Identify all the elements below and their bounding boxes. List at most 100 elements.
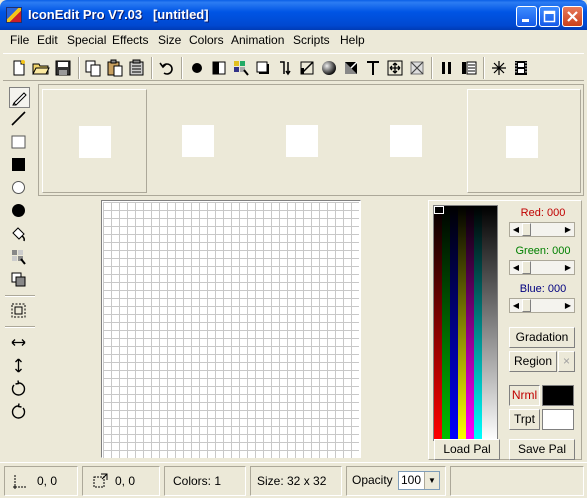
- paste-new-button[interactable]: [127, 58, 147, 78]
- new-button[interactable]: [9, 58, 29, 78]
- normal-color-swatch[interactable]: [542, 385, 574, 406]
- status-bar: 0, 0 0, 0 Colors: 1 Size: 32 x 32 Opacit…: [0, 462, 587, 498]
- clear-button[interactable]: [407, 58, 427, 78]
- mirror-button[interactable]: [275, 58, 295, 78]
- filled-circle-icon: [12, 204, 25, 217]
- slider-left-arrow-icon[interactable]: ◀: [510, 223, 522, 236]
- slider-right-arrow-icon[interactable]: ▶: [562, 223, 574, 236]
- minimize-button[interactable]: [516, 6, 537, 27]
- close-icon: [567, 11, 578, 22]
- chevron-down-icon[interactable]: ▼: [424, 472, 439, 489]
- ellipse-tool[interactable]: [9, 178, 30, 199]
- clear-x-icon: [410, 61, 424, 75]
- region-close-button[interactable]: ×: [558, 351, 575, 372]
- menu-effects[interactable]: Effects: [112, 33, 148, 47]
- region-button[interactable]: Region: [509, 351, 557, 372]
- marquee-select-tool[interactable]: [9, 301, 30, 322]
- opacity-select[interactable]: 100 ▼: [398, 471, 440, 490]
- icon-size: Size: 32 x 32: [257, 474, 327, 488]
- gradation-button[interactable]: Gradation: [509, 327, 575, 348]
- rectangle-tool[interactable]: [9, 132, 30, 153]
- pencil-tool[interactable]: [9, 87, 30, 108]
- copy-button[interactable]: [83, 58, 103, 78]
- menu-special[interactable]: Special: [67, 33, 106, 47]
- vertical-arrows-icon: [15, 358, 22, 373]
- blue-slider[interactable]: ◀ ▶: [509, 298, 575, 313]
- red-slider[interactable]: ◀ ▶: [509, 222, 575, 237]
- red-slider-thumb[interactable]: [522, 223, 531, 236]
- select-copy-tool[interactable]: [9, 270, 30, 291]
- green-slider-thumb[interactable]: [522, 261, 531, 274]
- normal-color-button[interactable]: Nrml: [509, 385, 540, 406]
- preview-icon[interactable]: [286, 125, 318, 157]
- color-grid-icon: [234, 61, 249, 76]
- move-button[interactable]: [385, 58, 405, 78]
- colors-cell: Colors: 1: [164, 466, 246, 496]
- app-icon: [6, 7, 22, 23]
- paste-button[interactable]: [105, 58, 125, 78]
- filled-rectangle-tool[interactable]: [9, 155, 30, 176]
- palette-cursor: [434, 206, 444, 214]
- flip-horizontal-tool[interactable]: [9, 333, 30, 354]
- fill-color-button[interactable]: [187, 58, 207, 78]
- frames-button[interactable]: [459, 58, 479, 78]
- filled-ellipse-tool[interactable]: [9, 201, 30, 222]
- color-palette[interactable]: [433, 205, 498, 441]
- color-picker-tool[interactable]: [9, 247, 30, 268]
- select-copy-icon: [11, 272, 26, 287]
- preview-icon[interactable]: [390, 125, 422, 157]
- green-slider[interactable]: ◀ ▶: [509, 260, 575, 275]
- rotate-left-tool[interactable]: [9, 379, 30, 400]
- load-palette-button[interactable]: Load Pal: [434, 439, 500, 460]
- rotate-right-tool[interactable]: [9, 402, 30, 423]
- half-tone-button[interactable]: [209, 58, 229, 78]
- color-picker-icon: [12, 250, 26, 265]
- sparkle-button[interactable]: [489, 58, 509, 78]
- pixel-edit-grid[interactable]: [103, 202, 359, 458]
- fill-tool[interactable]: [9, 224, 30, 245]
- text-icon: [367, 61, 379, 75]
- new-file-icon: [13, 60, 25, 76]
- flip-vertical-tool[interactable]: [9, 356, 30, 377]
- preview-panel-right[interactable]: [467, 89, 581, 193]
- preview-panel-32[interactable]: [42, 89, 147, 193]
- half-square-icon: [212, 61, 226, 75]
- filled-rectangle-icon: [12, 158, 25, 171]
- opacity-label: Opacity: [352, 473, 393, 487]
- undo-button[interactable]: [157, 58, 177, 78]
- color-replace-button[interactable]: [231, 58, 251, 78]
- sphere-button[interactable]: [319, 58, 339, 78]
- pause-button[interactable]: [437, 58, 457, 78]
- transparent-color-swatch[interactable]: [542, 409, 574, 430]
- slider-left-arrow-icon[interactable]: ◀: [510, 299, 522, 312]
- close-button[interactable]: [562, 6, 583, 27]
- flip-icon: [280, 61, 291, 76]
- menu-scripts[interactable]: Scripts: [293, 33, 330, 47]
- slider-right-arrow-icon[interactable]: ▶: [562, 261, 574, 274]
- slider-left-arrow-icon[interactable]: ◀: [510, 261, 522, 274]
- horizontal-arrows-icon: [11, 339, 26, 346]
- diagonal-button[interactable]: [297, 58, 317, 78]
- save-button[interactable]: [53, 58, 73, 78]
- menu-size[interactable]: Size: [158, 33, 181, 47]
- menu-edit[interactable]: Edit: [37, 33, 58, 47]
- shadow-button[interactable]: [253, 58, 273, 78]
- gradient-button[interactable]: [341, 58, 361, 78]
- maximize-button[interactable]: [539, 6, 560, 27]
- preview-icon: [79, 126, 111, 158]
- marquee-icon: [11, 303, 26, 318]
- slider-right-arrow-icon[interactable]: ▶: [562, 299, 574, 312]
- menu-help[interactable]: Help: [340, 33, 365, 47]
- toolbar: [3, 53, 584, 81]
- line-tool[interactable]: [9, 109, 30, 130]
- open-button[interactable]: [31, 58, 51, 78]
- preview-icon[interactable]: [182, 125, 214, 157]
- transparent-color-button[interactable]: Trpt: [509, 409, 540, 430]
- text-button[interactable]: [363, 58, 383, 78]
- film-button[interactable]: [511, 58, 531, 78]
- menu-animation[interactable]: Animation: [231, 33, 284, 47]
- save-palette-button[interactable]: Save Pal: [509, 439, 575, 460]
- menu-colors[interactable]: Colors: [189, 33, 224, 47]
- blue-slider-thumb[interactable]: [522, 299, 531, 312]
- menu-file[interactable]: File: [10, 33, 29, 47]
